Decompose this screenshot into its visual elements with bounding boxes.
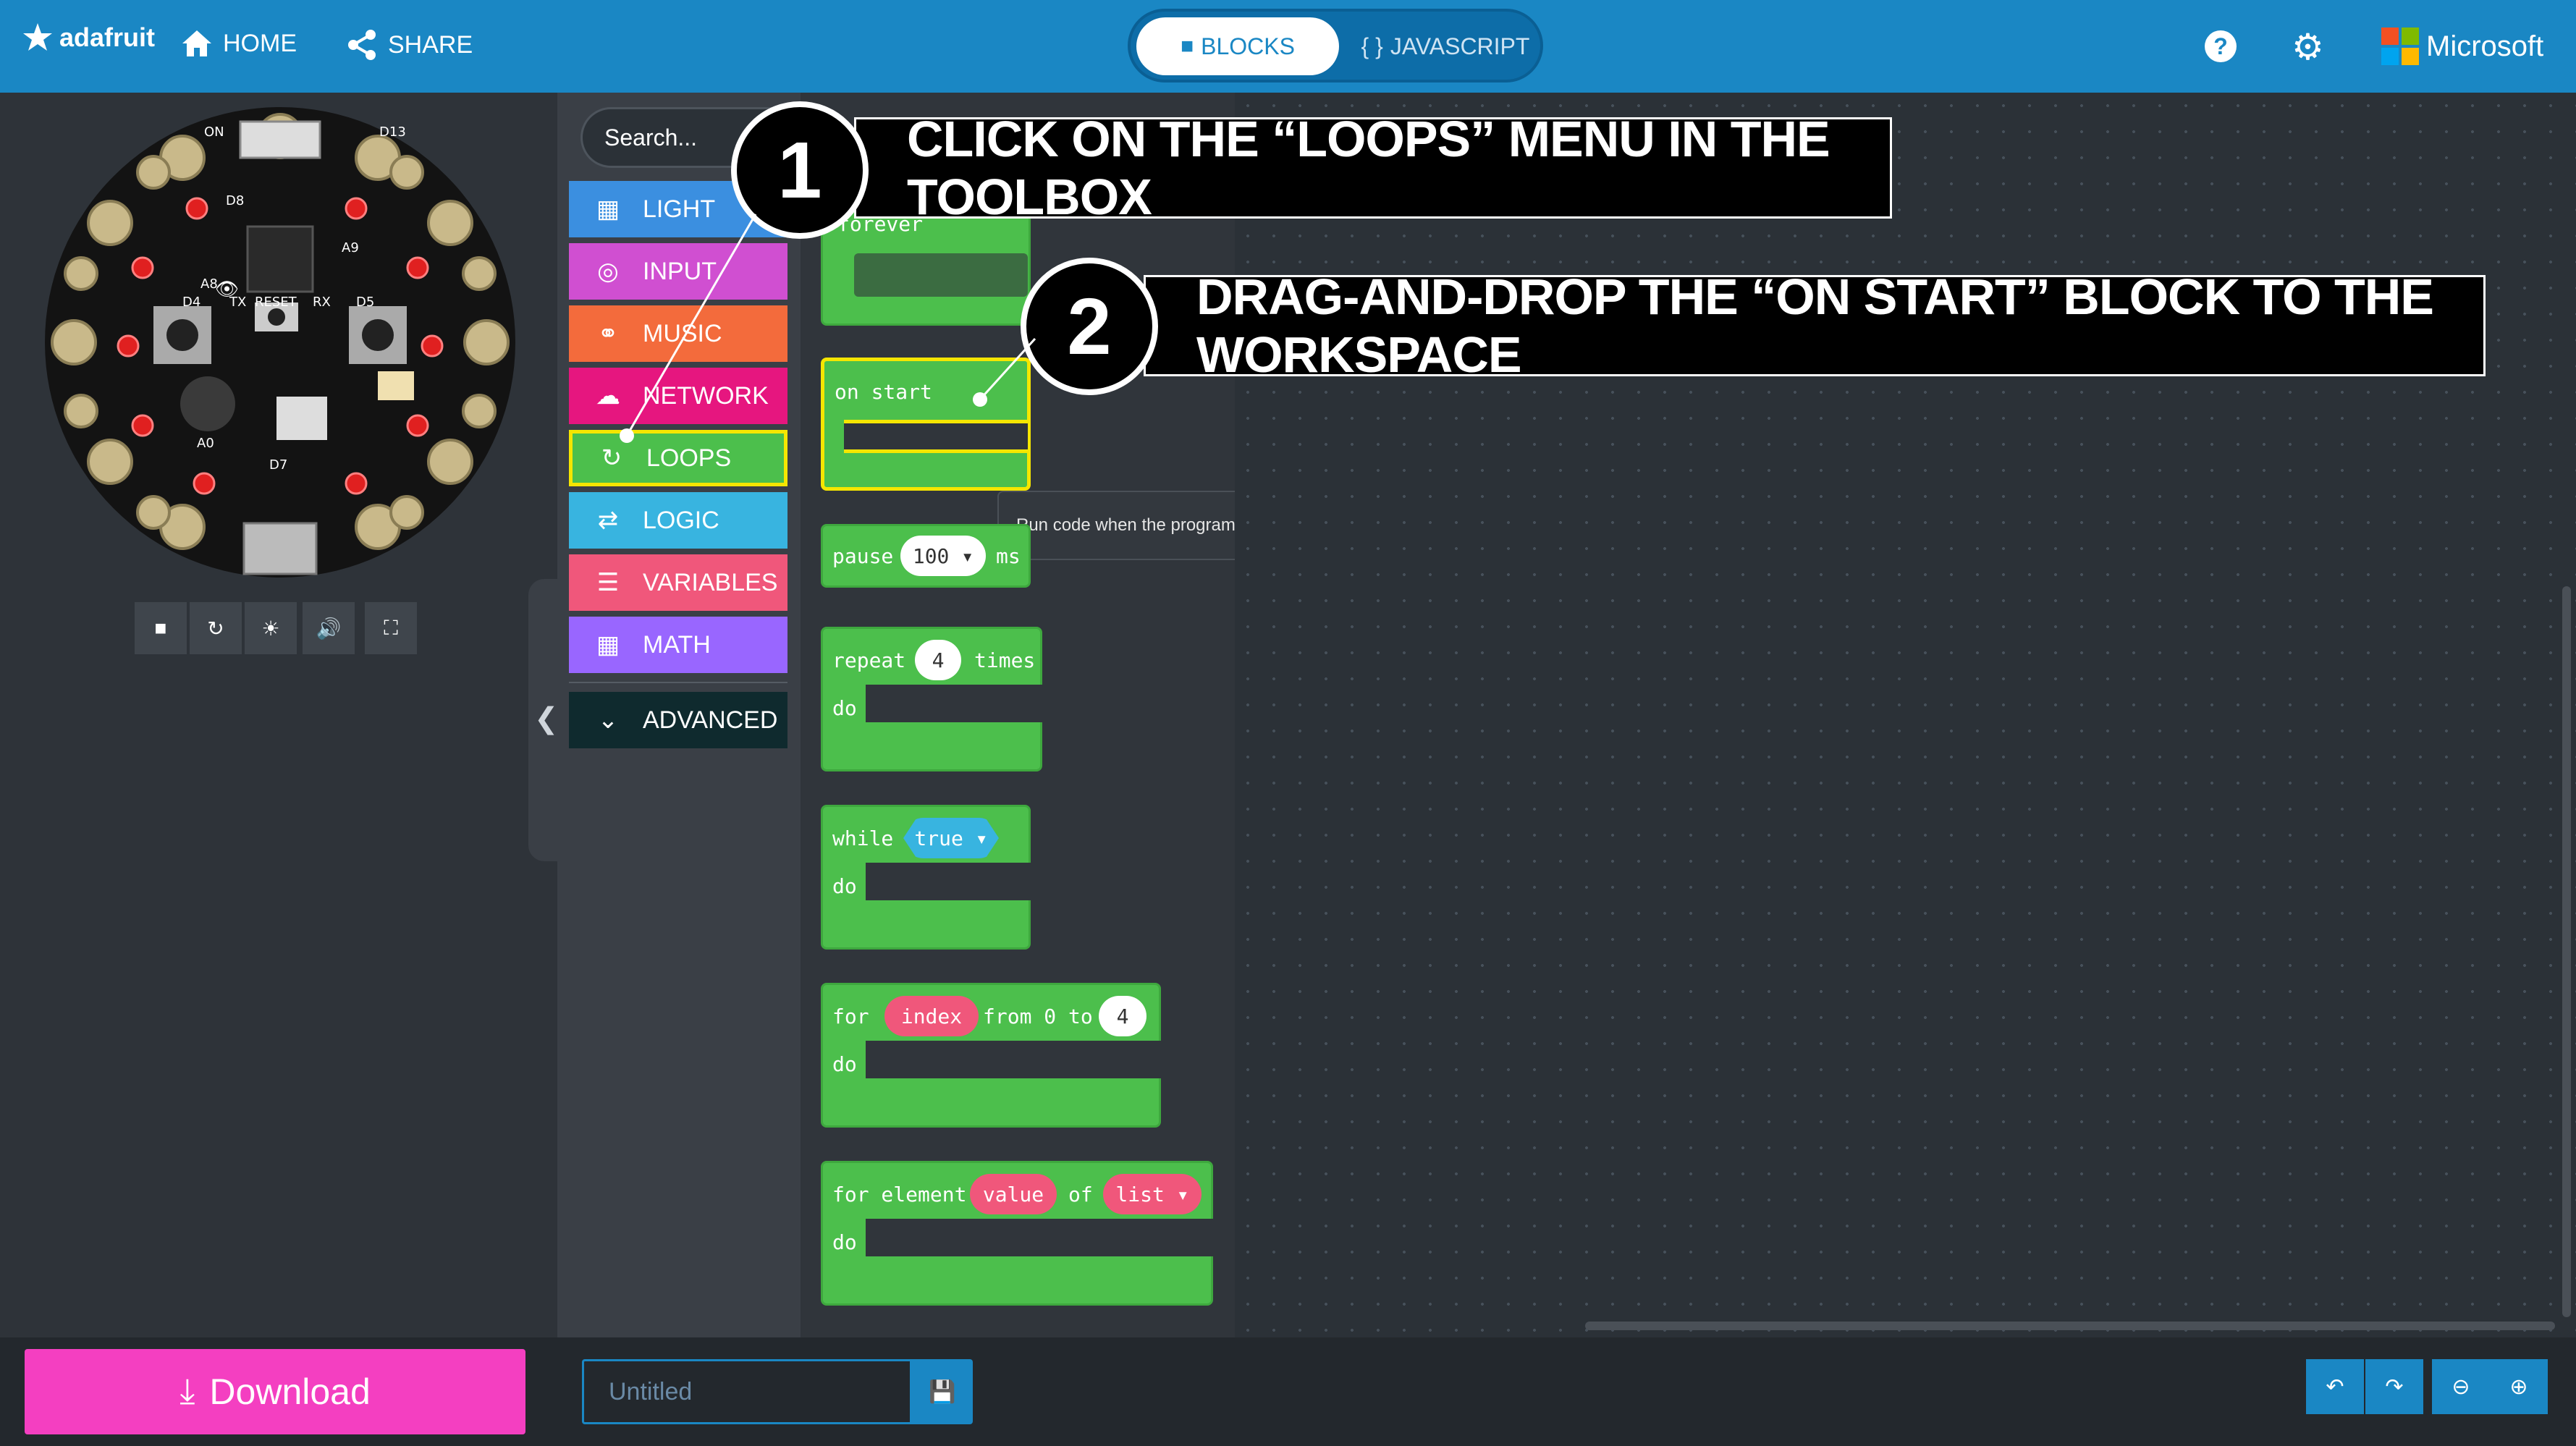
save-button[interactable]: 💾 xyxy=(912,1359,973,1424)
zoom-in-button[interactable]: ⊕ xyxy=(2490,1359,2548,1414)
undo-icon: ↶ xyxy=(2326,1374,2344,1399)
step2-pointer-line xyxy=(979,337,1036,401)
download-button[interactable]: ⤓ Download xyxy=(25,1349,525,1434)
floppy-disk-icon: 💾 xyxy=(929,1379,956,1404)
project-name-placeholder: Untitled xyxy=(609,1377,693,1405)
minus-circle-icon: ⊖ xyxy=(2452,1374,2470,1399)
step1-pointer-line xyxy=(625,213,757,436)
project-name-input[interactable]: Untitled xyxy=(582,1359,912,1424)
redo-icon: ↷ xyxy=(2385,1374,2404,1399)
plus-circle-icon: ⊕ xyxy=(2509,1374,2528,1399)
callout-pointers xyxy=(620,213,1036,443)
download-icon: ⤓ xyxy=(180,1372,195,1411)
undo-button[interactable]: ↶ xyxy=(2306,1359,2364,1414)
download-label: Download xyxy=(209,1371,371,1412)
step1-pointer-dot xyxy=(620,428,634,443)
redo-button[interactable]: ↷ xyxy=(2365,1359,2423,1414)
step2-pointer-dot xyxy=(973,392,987,407)
zoom-out-button[interactable]: ⊖ xyxy=(2432,1359,2490,1414)
